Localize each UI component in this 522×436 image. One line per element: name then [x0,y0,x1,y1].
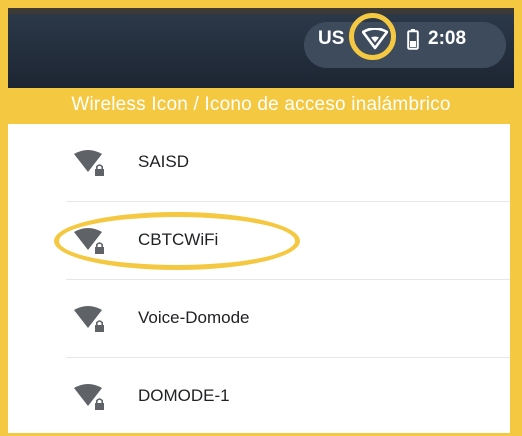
network-item-domode-1[interactable]: DOMODE-1 [8,358,510,436]
wifi-icon-highlight [349,13,396,60]
caption: Wireless Icon / Icono de acceso inalámbr… [71,94,451,115]
network-name: Voice-Domode [138,308,250,327]
network-highlight-ellipse [54,212,300,270]
network-list: SAISD CBTCWiFi Voice-Domode DOMODE-1 [8,124,510,433]
network-name: DOMODE-1 [138,386,230,405]
network-item-voice-domode[interactable]: Voice-Domode [8,280,510,358]
clock: 2:08 [428,28,467,49]
wifi-locked-icon [74,384,104,410]
network-name: SAISD [138,152,190,171]
battery-icon [407,29,419,50]
keyboard-layout-indicator[interactable]: US [318,28,344,50]
network-item-saisd[interactable]: SAISD [8,124,510,202]
wifi-locked-icon [74,306,104,332]
wifi-locked-icon [74,150,104,176]
